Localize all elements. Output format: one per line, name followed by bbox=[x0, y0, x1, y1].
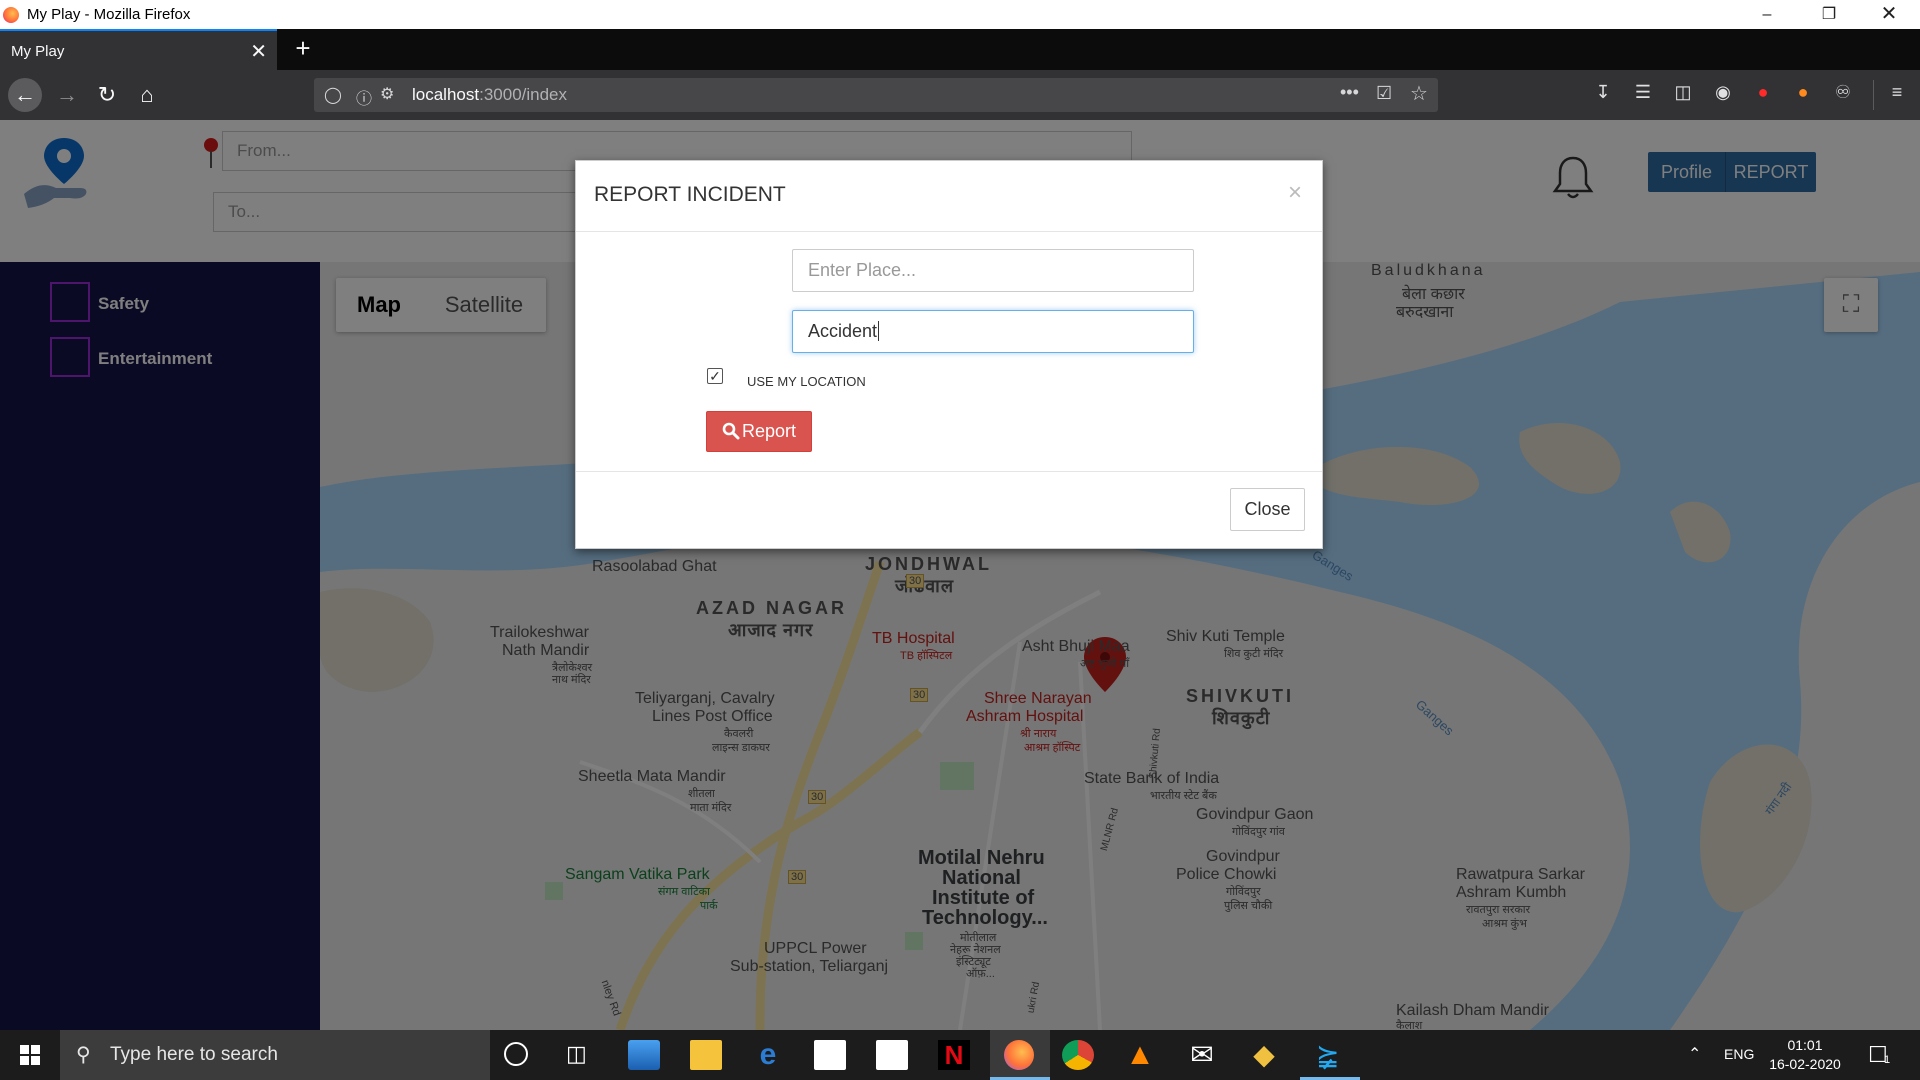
downloads-icon[interactable]: ↧ bbox=[1590, 82, 1616, 103]
start-button[interactable] bbox=[0, 1030, 60, 1080]
task-view-icon[interactable]: ◫ bbox=[566, 1041, 587, 1067]
search-icon: ⚲ bbox=[76, 1044, 91, 1066]
report-submit-label: Report bbox=[741, 421, 797, 441]
store-icon[interactable] bbox=[814, 1040, 846, 1070]
vscode-icon: ⪶ bbox=[1316, 1039, 1340, 1070]
modal-footer-divider bbox=[576, 471, 1322, 472]
incident-type-input[interactable]: Accident bbox=[792, 310, 1194, 353]
vlc-icon[interactable]: ▲ bbox=[1124, 1040, 1156, 1070]
modal-title: REPORT INCIDENT bbox=[594, 183, 786, 206]
taskbar-search-placeholder: Type here to search bbox=[110, 1044, 278, 1065]
report-submit-button[interactable]: Report bbox=[706, 411, 812, 452]
network-app-icon[interactable] bbox=[628, 1040, 660, 1070]
library-icon[interactable]: ☰ bbox=[1630, 82, 1656, 103]
url-path: :3000/index bbox=[479, 85, 568, 104]
back-icon[interactable]: ← bbox=[8, 78, 42, 112]
report-incident-modal: REPORT INCIDENT × Enter Place... Acciden… bbox=[575, 160, 1323, 549]
extension-gray-icon[interactable]: ♾ bbox=[1830, 82, 1856, 103]
use-location-label: USE MY LOCATION bbox=[747, 374, 866, 389]
tracking-protection-icon[interactable]: ◯ bbox=[324, 85, 342, 105]
clock-date: 16-02-2020 bbox=[1769, 1056, 1841, 1072]
new-tab-icon[interactable]: + bbox=[289, 33, 317, 64]
git-icon[interactable]: ◆ bbox=[1248, 1040, 1280, 1070]
notification-count: 1 bbox=[1884, 1054, 1891, 1066]
firefox-taskbar-button[interactable] bbox=[990, 1030, 1050, 1080]
minimize-button[interactable]: – bbox=[1744, 0, 1790, 29]
firefox-icon bbox=[3, 7, 19, 23]
tab-strip: My Play ✕ + bbox=[0, 29, 1920, 70]
use-location-checkbox[interactable]: ✓ bbox=[707, 368, 723, 384]
tab-my-play[interactable]: My Play ✕ bbox=[0, 29, 277, 70]
tab-label: My Play bbox=[11, 43, 65, 60]
window-title: My Play - Mozilla Firefox bbox=[27, 6, 191, 23]
pocket-icon[interactable]: ☑ bbox=[1376, 83, 1392, 104]
vscode-taskbar-button[interactable]: ⪶ bbox=[1300, 1030, 1360, 1080]
taskbar-search-box[interactable]: ⚲ Type here to search bbox=[60, 1030, 490, 1080]
incident-type-value: Accident bbox=[808, 321, 878, 341]
site-info-icon[interactable]: ⓘ bbox=[356, 85, 372, 109]
sidebar-toggle-icon[interactable]: ◫ bbox=[1670, 82, 1696, 103]
mail-icon[interactable]: ✉ bbox=[1186, 1040, 1218, 1070]
show-hidden-icons-icon[interactable]: ⌃ bbox=[1688, 1044, 1701, 1064]
home-icon[interactable]: ⌂ bbox=[130, 78, 164, 112]
edge-icon[interactable]: e bbox=[752, 1040, 784, 1070]
extension-orange-icon[interactable]: ● bbox=[1790, 82, 1816, 103]
netflix-icon[interactable]: N bbox=[938, 1040, 970, 1070]
window-close-button[interactable]: ✕ bbox=[1866, 0, 1912, 29]
account-icon[interactable]: ◉ bbox=[1710, 82, 1736, 103]
search-icon bbox=[722, 422, 740, 440]
chrome-icon[interactable] bbox=[1062, 1040, 1094, 1070]
url-bar[interactable]: ◯ ⓘ ⚙ localhost:3000/index ••• ☑ ☆ bbox=[314, 78, 1438, 112]
tab-close-icon[interactable]: ✕ bbox=[250, 39, 267, 64]
modal-header-divider bbox=[576, 231, 1322, 232]
extension-red-icon[interactable]: ● bbox=[1750, 82, 1776, 103]
page-actions-icon[interactable]: ••• bbox=[1340, 82, 1359, 103]
url-text[interactable]: localhost:3000/index bbox=[412, 85, 567, 105]
menu-icon[interactable]: ≡ bbox=[1884, 82, 1910, 103]
place-input-placeholder: Enter Place... bbox=[808, 260, 917, 280]
file-explorer-icon[interactable] bbox=[690, 1040, 722, 1070]
clock[interactable]: 01:01 16-02-2020 bbox=[1768, 1036, 1842, 1074]
windows-logo-icon bbox=[20, 1045, 40, 1065]
restore-button[interactable]: ❐ bbox=[1806, 0, 1852, 29]
page-content: From... To... Profile REPORT Safety Ente… bbox=[0, 120, 1920, 1030]
modal-close-icon[interactable]: × bbox=[1288, 179, 1302, 207]
reload-icon[interactable]: ↻ bbox=[90, 78, 124, 112]
url-host: localhost bbox=[412, 85, 480, 104]
permissions-icon[interactable]: ⚙ bbox=[380, 84, 394, 104]
navigation-toolbar: ← → ↻ ⌂ ◯ ⓘ ⚙ localhost:3000/index ••• ☑… bbox=[0, 70, 1920, 120]
modal-close-button[interactable]: Close bbox=[1230, 488, 1305, 531]
firefox-icon bbox=[1004, 1040, 1034, 1070]
place-input[interactable]: Enter Place... bbox=[792, 249, 1194, 292]
toolbar-separator bbox=[1873, 80, 1874, 110]
window-title-bar: My Play - Mozilla Firefox – ❐ ✕ bbox=[0, 0, 1920, 29]
windows-taskbar: ⚲ Type here to search ◫ e N ▲ ✉ ◆ ⪶ ⌃ EN… bbox=[0, 1030, 1920, 1080]
text-cursor bbox=[878, 321, 880, 341]
language-indicator[interactable]: ENG bbox=[1724, 1046, 1754, 1062]
movies-icon[interactable] bbox=[876, 1040, 908, 1070]
forward-icon[interactable]: → bbox=[50, 78, 84, 112]
bookmark-star-icon[interactable]: ☆ bbox=[1410, 81, 1428, 106]
clock-time: 01:01 bbox=[1787, 1037, 1823, 1053]
cortana-icon[interactable] bbox=[504, 1042, 528, 1066]
